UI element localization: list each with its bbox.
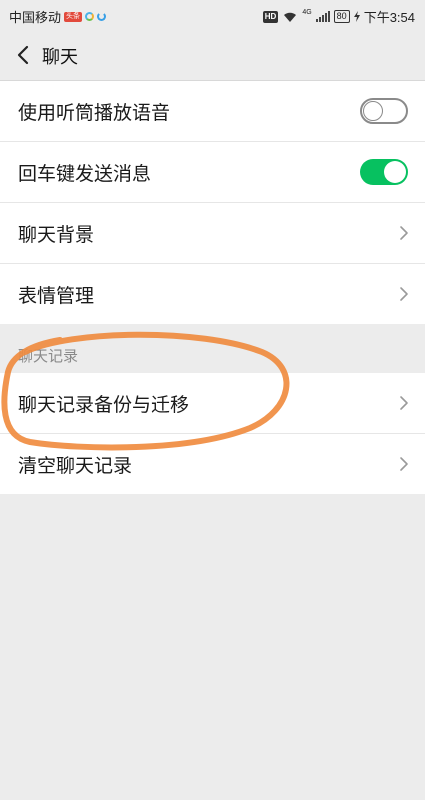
battery-level: 80 xyxy=(336,11,347,21)
status-bar: 中国移动 头条 HD 4G 80 下午3:54 xyxy=(0,0,425,30)
setting-row-backup-migrate[interactable]: 聊天记录备份与迁移 xyxy=(0,373,425,434)
nav-header: 聊天 xyxy=(0,30,425,81)
charging-icon xyxy=(353,11,360,22)
earpiece-toggle[interactable] xyxy=(360,98,408,124)
row-label: 聊天背景 xyxy=(18,224,95,246)
app-ring-icon xyxy=(85,12,95,21)
clock: 下午3:54 xyxy=(363,10,415,25)
row-label: 清空聊天记录 xyxy=(18,455,133,477)
row-label: 表情管理 xyxy=(18,285,95,307)
settings-group-chat-history: 聊天记录备份与迁移 清空聊天记录 xyxy=(0,373,425,494)
back-arrow-icon[interactable] xyxy=(14,44,34,66)
row-label: 聊天记录备份与迁移 xyxy=(18,394,190,416)
settings-group-general: 使用听筒播放语音 回车键发送消息 聊天背景 表情管理 xyxy=(0,81,425,324)
battery-icon: 80 xyxy=(333,10,350,23)
chevron-right-icon xyxy=(400,226,408,240)
setting-row-earpiece[interactable]: 使用听筒播放语音 xyxy=(0,81,425,142)
network-type-icon: 4G xyxy=(302,9,312,16)
setting-row-clear-history[interactable]: 清空聊天记录 xyxy=(0,434,425,494)
loading-ring-icon xyxy=(97,12,107,21)
wifi-icon xyxy=(284,12,297,22)
hd-icon: HD xyxy=(262,10,279,23)
setting-row-chat-background[interactable]: 聊天背景 xyxy=(0,203,425,264)
page-title: 聊天 xyxy=(42,47,78,68)
chevron-right-icon xyxy=(400,287,408,301)
setting-row-enter-send[interactable]: 回车键发送消息 xyxy=(0,142,425,203)
chevron-right-icon xyxy=(400,396,408,410)
setting-row-sticker-manage[interactable]: 表情管理 xyxy=(0,264,425,324)
row-label: 使用听筒播放语音 xyxy=(18,102,171,124)
toggle-knob xyxy=(363,101,383,121)
chevron-right-icon xyxy=(400,457,408,471)
row-label: 回车键发送消息 xyxy=(18,163,152,185)
status-left: 中国移动 头条 xyxy=(9,7,107,26)
toggle-knob xyxy=(384,161,406,183)
signal-icon xyxy=(315,11,330,22)
carrier-name: 中国移动 xyxy=(9,10,62,25)
news-badge-icon: 头条 xyxy=(64,11,83,22)
enter-send-toggle[interactable] xyxy=(360,159,408,185)
section-title-chat-history: 聊天记录 xyxy=(18,347,79,365)
status-right: HD 4G 80 下午3:54 xyxy=(262,7,415,26)
